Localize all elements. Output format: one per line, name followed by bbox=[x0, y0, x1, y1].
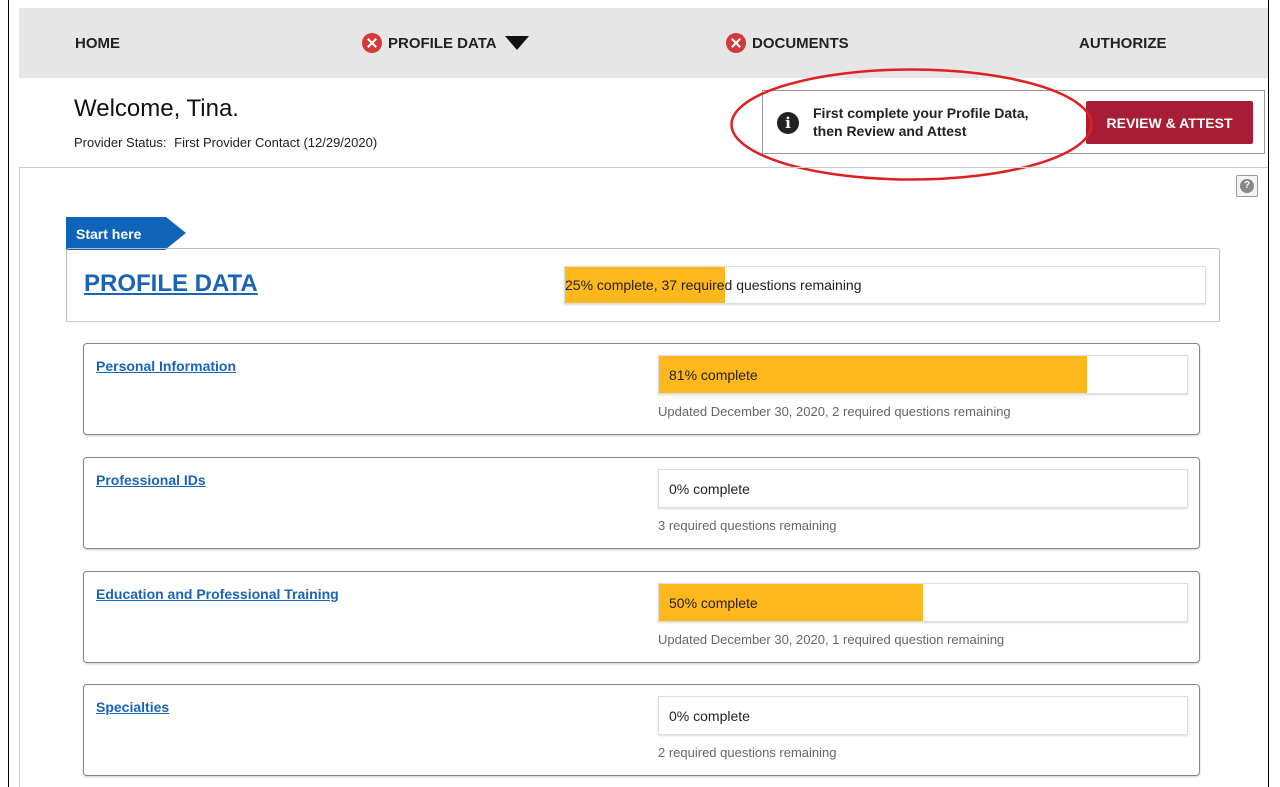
nav-authorize[interactable]: AUTHORIZE bbox=[1079, 8, 1167, 78]
section-link[interactable]: Professional IDs bbox=[96, 472, 206, 488]
divider bbox=[66, 321, 1220, 322]
section-progress-text: 50% complete bbox=[669, 594, 758, 611]
section-card: Personal Information 81% complete Update… bbox=[83, 343, 1200, 435]
provider-status: Provider Status: First Provider Contact … bbox=[74, 135, 377, 150]
provider-status-label: Provider Status: bbox=[74, 135, 167, 150]
section-progress-text: 81% complete bbox=[669, 366, 758, 383]
question-circle-icon: ? bbox=[1240, 179, 1254, 193]
section-card: Professional IDs 0% complete 3 required … bbox=[83, 457, 1200, 549]
error-x-icon bbox=[362, 33, 382, 53]
section-card: Specialties 0% complete 2 required quest… bbox=[83, 684, 1200, 776]
section-progress-bar: 0% complete bbox=[658, 469, 1188, 508]
section-progress-bar: 81% complete bbox=[658, 355, 1188, 394]
nav-profile-data-label: PROFILE DATA bbox=[388, 34, 497, 52]
nav-home-label: HOME bbox=[75, 34, 120, 52]
profile-data-card: PROFILE DATA 25% complete, 37 required q… bbox=[66, 248, 1220, 322]
alert-message: First complete your Profile Data, then R… bbox=[813, 104, 1029, 140]
page-frame-right bbox=[1268, 0, 1269, 787]
section-progress-text: 0% complete bbox=[669, 707, 750, 724]
profile-progress-text: 25% complete, 37 required questions rema… bbox=[565, 277, 862, 293]
caret-down-icon[interactable] bbox=[504, 36, 529, 50]
section-status-text: 2 required questions remaining bbox=[658, 745, 837, 760]
review-attest-button[interactable]: REVIEW & ATTEST bbox=[1086, 101, 1253, 144]
welcome-heading: Welcome, Tina. bbox=[74, 95, 239, 122]
profile-progress-bar: 25% complete, 37 required questions rema… bbox=[564, 266, 1206, 304]
section-card: Education and Professional Training 50% … bbox=[83, 571, 1200, 663]
provider-status-value: First Provider Contact (12/29/2020) bbox=[174, 135, 378, 150]
nav-profile-data[interactable]: PROFILE DATA bbox=[362, 8, 529, 78]
section-progress-bar: 0% complete bbox=[658, 696, 1188, 735]
section-progress-text: 0% complete bbox=[669, 480, 750, 497]
section-link[interactable]: Education and Professional Training bbox=[96, 586, 339, 602]
start-here-flag: Start here bbox=[66, 217, 188, 250]
alert-message-line2: then Review and Attest bbox=[813, 123, 967, 139]
profile-data-link[interactable]: PROFILE DATA bbox=[84, 270, 258, 298]
nav-home[interactable]: HOME bbox=[75, 8, 120, 78]
start-here-arrow bbox=[166, 217, 186, 249]
page-frame-left bbox=[8, 0, 9, 787]
section-link[interactable]: Personal Information bbox=[96, 358, 236, 374]
alert-message-line1: First complete your Profile Data, bbox=[813, 105, 1029, 121]
help-button[interactable]: ? bbox=[1236, 175, 1258, 197]
nav-authorize-label: AUTHORIZE bbox=[1079, 34, 1167, 52]
section-status-text: 3 required questions remaining bbox=[658, 518, 837, 533]
nav-documents-label: DOCUMENTS bbox=[752, 34, 849, 52]
section-progress-bar: 50% complete bbox=[658, 583, 1188, 622]
top-nav: HOME PROFILE DATA DOCUMENTS AUTHORIZE bbox=[19, 8, 1268, 78]
attest-alert: i First complete your Profile Data, then… bbox=[762, 90, 1265, 154]
info-circle-icon: i bbox=[777, 112, 799, 134]
section-status-text: Updated December 30, 2020, 1 required qu… bbox=[658, 632, 1005, 647]
error-x-icon bbox=[726, 33, 746, 53]
section-status-text: Updated December 30, 2020, 2 required qu… bbox=[658, 404, 1011, 419]
section-link[interactable]: Specialties bbox=[96, 699, 169, 715]
start-here-label: Start here bbox=[66, 217, 166, 250]
nav-documents[interactable]: DOCUMENTS bbox=[726, 8, 849, 78]
